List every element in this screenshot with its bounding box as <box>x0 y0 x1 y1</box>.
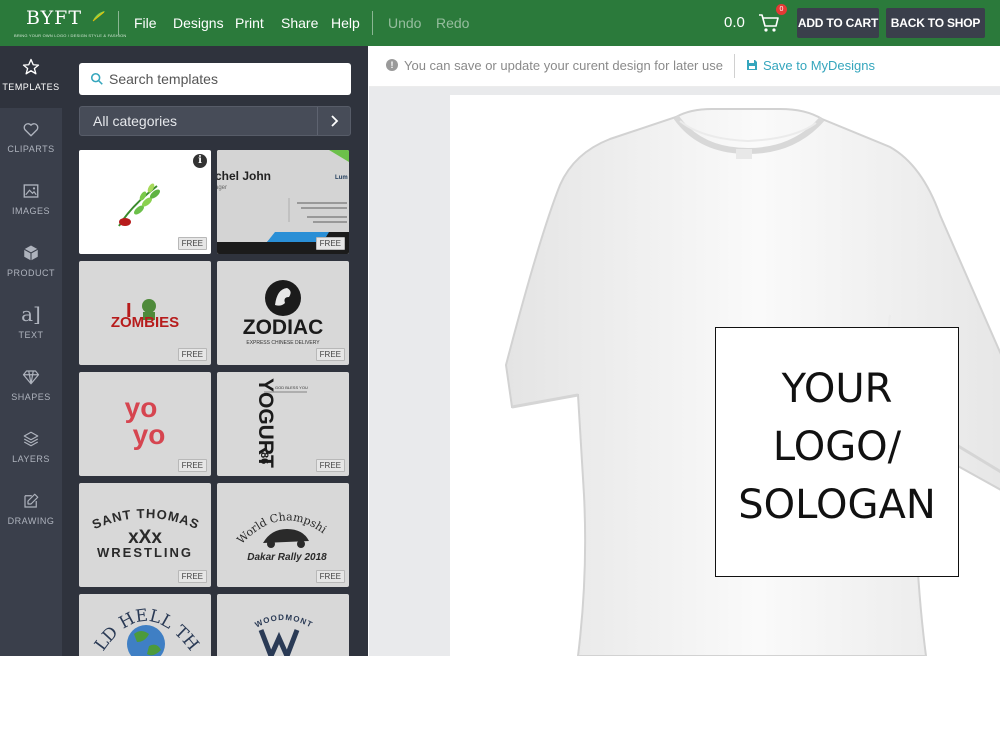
rail-layers[interactable]: LAYERS <box>0 418 62 480</box>
rally-text: Dakar Rally 2018 <box>247 552 327 563</box>
category-select[interactable]: All categories <box>79 106 351 136</box>
rail-label: LAYERS <box>12 454 50 464</box>
brand-name: BYFT <box>26 7 83 29</box>
free-badge: FREE <box>315 348 345 361</box>
hell-art: LD HELL TH <box>91 606 203 656</box>
cart-total: 0.0 <box>724 14 745 31</box>
svg-text:WOODMONT: WOODMONT <box>253 613 314 630</box>
menu-file[interactable]: File <box>134 0 157 46</box>
zodiac-sub: EXPRESS CHINESE DELIVERY <box>246 340 320 346</box>
brand-logo[interactable]: BYFT BRING YOUR OWN LOGO / DESIGN STYLE … <box>14 6 126 40</box>
rail-images[interactable]: IMAGES <box>0 170 62 232</box>
logo-text-group: YOUR LOGO/ SOLOGAN <box>716 360 958 534</box>
rail-label: DRAWING <box>7 516 55 526</box>
menu-help[interactable]: Help <box>331 0 360 46</box>
add-to-cart-button[interactable]: ADD TO CART <box>797 8 879 38</box>
rail-templates[interactable]: TEMPLATES <box>0 46 62 108</box>
logo-line: SOLOGAN <box>738 482 936 528</box>
card-role: ager <box>217 185 227 191</box>
template-wrestling[interactable]: SANT THOMAS xXx WRESTLING FREE <box>79 483 211 587</box>
tool-rail: TEMPLATES CLIPARTS IMAGES PRODUCT a] TEX… <box>0 46 62 656</box>
menu-share[interactable]: Share <box>281 0 318 46</box>
rail-drawing[interactable]: DRAWING <box>0 480 62 542</box>
rail-label: IMAGES <box>11 206 50 216</box>
back-to-shop-button[interactable]: BACK TO SHOP <box>886 8 985 38</box>
free-badge: FREE <box>177 237 207 250</box>
free-badge: FREE <box>315 570 345 583</box>
rail-label: TEXT <box>18 330 44 340</box>
template-rally[interactable]: World Champship Dakar Rally 2018 FREE <box>217 483 349 587</box>
design-workspace: YOUR LOGO/ SOLOGAN <box>369 87 1000 656</box>
leaf-icon <box>92 11 105 22</box>
alert-icon: ! <box>386 59 398 71</box>
notice-divider <box>734 54 735 78</box>
templates-panel: All categories i FREE chel John <box>62 46 368 656</box>
yogurt-small: GOD BLESS YOU <box>275 385 308 390</box>
wrestling-text: WRESTLING <box>97 545 193 560</box>
edit-icon <box>24 493 39 508</box>
search-icon <box>90 72 103 85</box>
heart-icon <box>23 123 39 137</box>
logo-line: LOGO/ <box>772 424 902 470</box>
category-next-button[interactable] <box>317 107 350 135</box>
template-zodiac[interactable]: ZODIAC EXPRESS CHINESE DELIVERY FREE <box>217 261 349 365</box>
brand-tagline: BRING YOUR OWN LOGO / DESIGN STYLE & FAS… <box>14 33 127 38</box>
zombies-text: ZOMBIES <box>111 314 179 331</box>
product-canvas[interactable]: YOUR LOGO/ SOLOGAN <box>450 95 1000 656</box>
category-selected: All categories <box>93 113 178 129</box>
rail-cliparts[interactable]: CLIPARTS <box>0 108 62 170</box>
diamond-icon <box>22 370 40 385</box>
free-badge: FREE <box>177 348 207 361</box>
top-bar: BYFT BRING YOUR OWN LOGO / DESIGN STYLE … <box>0 0 1000 46</box>
free-badge: FREE <box>177 459 207 472</box>
free-badge: FREE <box>315 237 345 250</box>
rail-shapes[interactable]: SHAPES <box>0 356 62 418</box>
rail-label: TEMPLATES <box>2 82 60 92</box>
save-notice-bar: ! You can save or update your curent des… <box>369 46 1000 87</box>
menu-divider <box>118 11 119 35</box>
yo-bottom: yo <box>133 419 166 450</box>
history-divider <box>372 11 373 35</box>
layers-icon <box>23 431 39 447</box>
template-hell[interactable]: LD HELL TH <box>79 594 211 656</box>
yogurt-number: 86 <box>258 452 270 464</box>
redo-button[interactable]: Redo <box>436 0 469 46</box>
undo-button[interactable]: Undo <box>388 0 421 46</box>
floppy-disk-icon <box>747 60 757 70</box>
image-icon <box>23 184 39 198</box>
rail-label: CLIPARTS <box>7 144 55 154</box>
logo-placeholder[interactable]: YOUR LOGO/ SOLOGAN <box>715 327 959 577</box>
zodiac-text: ZODIAC <box>243 316 324 339</box>
info-icon[interactable]: i <box>193 154 207 168</box>
cart-count-badge: 0 <box>776 4 787 15</box>
logo-line: YOUR <box>781 366 893 412</box>
cart-icon[interactable] <box>757 11 781 35</box>
menu-designs[interactable]: Designs <box>173 0 224 46</box>
card-name: chel John <box>217 169 271 183</box>
text-icon: a] <box>21 302 41 326</box>
box-icon <box>23 245 39 261</box>
rail-label: PRODUCT <box>7 268 55 278</box>
template-zombies[interactable]: I ZOMBIES FREE <box>79 261 211 365</box>
woodmont-text: WOODMONT <box>253 613 313 630</box>
card-brand: Lum <box>335 175 348 181</box>
rail-text[interactable]: a] TEXT <box>0 294 62 356</box>
template-yogurt[interactable]: YOGURT 86 GOD BLESS YOU FREE <box>217 372 349 476</box>
rail-label: SHAPES <box>11 392 51 402</box>
free-badge: FREE <box>177 570 207 583</box>
search-input[interactable] <box>109 63 345 95</box>
star-icon <box>22 58 40 75</box>
notice-text: You can save or update your curent desig… <box>404 58 723 73</box>
rail-product[interactable]: PRODUCT <box>0 232 62 294</box>
menu-print[interactable]: Print <box>235 0 264 46</box>
search-box <box>79 63 351 95</box>
template-woodmont[interactable]: WOODMONT <box>217 594 349 656</box>
template-leaf-logo[interactable]: i FREE <box>79 150 211 254</box>
chevron-right-icon <box>331 115 339 127</box>
free-badge: FREE <box>315 459 345 472</box>
woodmont-art: WOODMONT <box>253 613 314 656</box>
save-link-label: Save to MyDesigns <box>763 58 875 73</box>
template-business-card[interactable]: chel John ager Lum FREE <box>217 150 349 254</box>
template-yoyo[interactable]: yo yo FREE <box>79 372 211 476</box>
